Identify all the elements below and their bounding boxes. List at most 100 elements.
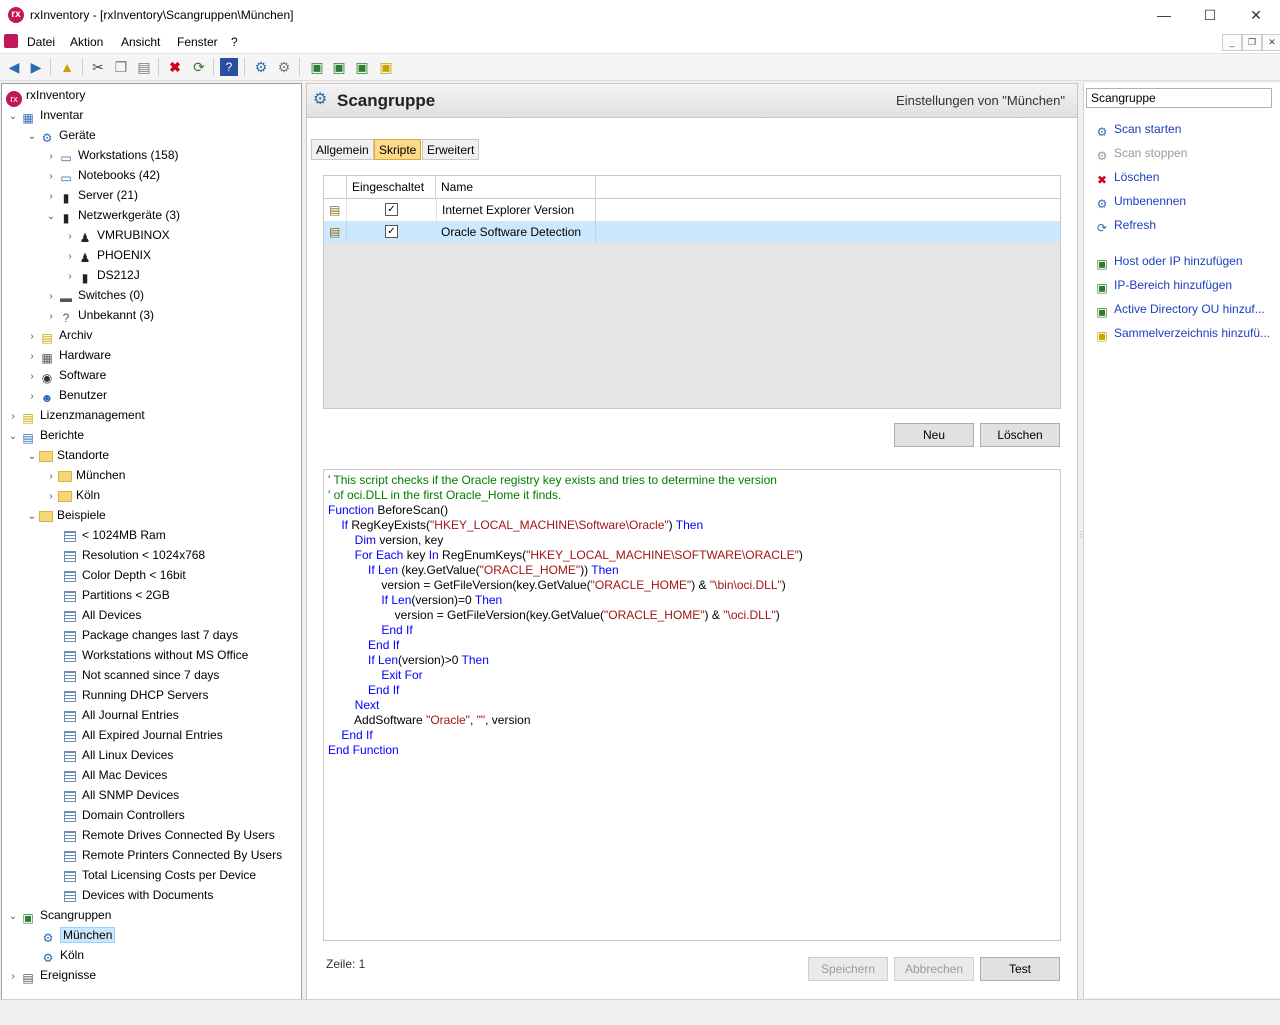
tree-item-workstations[interactable]: › ▭ Workstations (158): [44, 145, 178, 165]
chevron-down-icon[interactable]: ⌄: [6, 107, 20, 127]
add-host-icon[interactable]: ▣: [308, 58, 326, 76]
mdi-close-button[interactable]: ✕: [1262, 34, 1280, 51]
folder-up-icon[interactable]: ▲: [58, 58, 76, 76]
chevron-down-icon[interactable]: ⌄: [44, 207, 58, 227]
task-rename-link[interactable]: ⚙ Umbenennen: [1094, 191, 1186, 211]
tree-item-report[interactable]: Remote Printers Connected By Users: [62, 845, 282, 865]
chevron-right-icon[interactable]: ›: [44, 167, 58, 187]
chevron-right-icon[interactable]: ›: [44, 307, 58, 327]
tree-item-benutzer[interactable]: › ☻ Benutzer: [25, 385, 107, 405]
tab-erweitert[interactable]: Erweitert: [422, 139, 480, 160]
minimize-button[interactable]: —: [1141, 0, 1187, 31]
task-add-ad-ou-link[interactable]: ▣ Active Directory OU hinzuf...: [1094, 299, 1264, 319]
paste-icon[interactable]: ▤: [135, 58, 153, 76]
script-code-editor[interactable]: ' This script checks if the Oracle regis…: [323, 469, 1061, 941]
tree-item-report[interactable]: All SNMP Devices: [62, 785, 179, 805]
tree-item-report[interactable]: Total Licensing Costs per Device: [62, 865, 256, 885]
scan-start-icon[interactable]: ⚙: [252, 58, 270, 76]
close-button[interactable]: ✕: [1233, 0, 1279, 31]
chevron-right-icon[interactable]: ›: [63, 267, 77, 287]
delete-icon[interactable]: ✖: [166, 58, 184, 76]
chevron-right-icon[interactable]: ›: [63, 247, 77, 267]
tree-item-report[interactable]: Not scanned since 7 days: [62, 665, 219, 685]
tree-item-scangroup-koeln[interactable]: ⚙ Köln: [40, 945, 84, 965]
cut-icon[interactable]: ✂: [89, 58, 107, 76]
back-icon[interactable]: ◀: [5, 58, 23, 76]
tree-item-report[interactable]: < 1024MB Ram: [62, 525, 166, 545]
add-collection-folder-icon[interactable]: ▣: [377, 58, 395, 76]
tree-item-report[interactable]: Devices with Documents: [62, 885, 213, 905]
chevron-down-icon[interactable]: ⌄: [25, 447, 39, 467]
tree-item-notebooks[interactable]: › ▭ Notebooks (42): [44, 165, 160, 185]
menu-aktion[interactable]: Aktion: [70, 35, 103, 49]
maximize-button[interactable]: ☐: [1187, 0, 1233, 31]
tree-item-report[interactable]: All Expired Journal Entries: [62, 725, 223, 745]
tree-item-switches[interactable]: › ▬ Switches (0): [44, 285, 144, 305]
forward-icon[interactable]: ▶: [27, 58, 45, 76]
tree-item-muenchen[interactable]: › München: [44, 465, 125, 485]
chevron-right-icon[interactable]: ›: [6, 967, 20, 987]
tree-item-unbekannt[interactable]: ›? Unbekannt (3): [44, 305, 154, 325]
tree-item-root[interactable]: rx rxInventory: [6, 85, 85, 107]
table-row[interactable]: ▤ ✓ Internet Explorer Version: [324, 199, 1060, 222]
tree-item-report[interactable]: Resolution < 1024x768: [62, 545, 205, 565]
cancel-button[interactable]: Abbrechen: [894, 957, 974, 981]
column-header-eingeschaltet[interactable]: Eingeschaltet: [347, 176, 436, 198]
tree-item-geraete[interactable]: ⌄ ⚙ Geräte: [25, 125, 96, 145]
enabled-checkbox[interactable]: ✓: [385, 225, 398, 238]
table-row[interactable]: ▤ ✓ Oracle Software Detection: [324, 221, 1060, 244]
chevron-right-icon[interactable]: ›: [63, 227, 77, 247]
tree-item-scangruppen[interactable]: ⌄ ▣ Scangruppen: [6, 905, 112, 927]
tree-item-hardware[interactable]: › ▦ Hardware: [25, 345, 111, 365]
chevron-down-icon[interactable]: ⌄: [6, 907, 20, 927]
tab-skripte[interactable]: Skripte: [374, 139, 422, 160]
refresh-icon[interactable]: ⟳: [190, 58, 208, 76]
chevron-down-icon[interactable]: ⌄: [25, 127, 39, 147]
test-button[interactable]: Test: [980, 957, 1060, 981]
chevron-right-icon[interactable]: ›: [44, 487, 58, 507]
chevron-down-icon[interactable]: ⌄: [6, 427, 20, 447]
tree-item-lizenzmanagement[interactable]: › ▤ Lizenzmanagement: [6, 405, 144, 427]
copy-icon[interactable]: ❐: [112, 58, 130, 76]
add-ad-ou-icon[interactable]: ▣: [353, 58, 371, 76]
mdi-minimize-button[interactable]: _: [1222, 34, 1242, 51]
tree-item-report[interactable]: All Linux Devices: [62, 745, 173, 765]
save-button[interactable]: Speichern: [808, 957, 888, 981]
tree-item-koeln[interactable]: › Köln: [44, 485, 100, 505]
task-delete-link[interactable]: ✖ Löschen: [1094, 167, 1159, 187]
chevron-right-icon[interactable]: ›: [6, 407, 20, 427]
task-pane-context[interactable]: Scangruppe: [1086, 88, 1272, 108]
chevron-right-icon[interactable]: ›: [44, 187, 58, 207]
tree-item-phoenix[interactable]: › ♟ PHOENIX: [63, 245, 151, 265]
menu-help[interactable]: ?: [231, 35, 238, 49]
chevron-right-icon[interactable]: ›: [44, 287, 58, 307]
task-add-host-link[interactable]: ▣ Host oder IP hinzufügen: [1094, 251, 1242, 271]
chevron-right-icon[interactable]: ›: [25, 347, 39, 367]
help-icon[interactable]: ?: [220, 58, 238, 76]
tree-item-report[interactable]: All Devices: [62, 605, 141, 625]
column-header-name[interactable]: Name: [436, 176, 596, 198]
menu-ansicht[interactable]: Ansicht: [121, 35, 160, 49]
tree-item-ds212j[interactable]: › ▮ DS212J: [63, 265, 139, 287]
tree-item-vmrubinox[interactable]: › ♟ VMRUBINOX: [63, 225, 169, 247]
tree-item-report[interactable]: Running DHCP Servers: [62, 685, 209, 705]
tree-item-report[interactable]: All Mac Devices: [62, 765, 167, 785]
delete-script-button[interactable]: Löschen: [980, 423, 1060, 447]
task-add-ip-range-link[interactable]: ▣ IP-Bereich hinzufügen: [1094, 275, 1232, 295]
chevron-right-icon[interactable]: ›: [25, 387, 39, 407]
chevron-right-icon[interactable]: ›: [25, 327, 39, 347]
tree-item-inventar[interactable]: ⌄ ▦ Inventar: [6, 105, 84, 127]
new-script-button[interactable]: Neu: [894, 423, 974, 447]
chevron-down-icon[interactable]: ⌄: [25, 507, 39, 527]
chevron-right-icon[interactable]: ›: [44, 467, 58, 487]
tree-item-berichte[interactable]: ⌄ ▤ Berichte: [6, 425, 84, 445]
chevron-right-icon[interactable]: ›: [25, 367, 39, 387]
tree-item-beispiele[interactable]: ⌄ Beispiele: [25, 505, 106, 525]
tree-item-software[interactable]: › ◉ Software: [25, 365, 106, 385]
tree-item-report[interactable]: Domain Controllers: [62, 805, 185, 825]
menu-datei[interactable]: Datei: [27, 35, 55, 49]
tree-item-report[interactable]: Workstations without MS Office: [62, 645, 248, 665]
tree-item-ereignisse[interactable]: › ▤ Ereignisse: [6, 965, 96, 985]
tree-item-archiv[interactable]: › ▤ Archiv: [25, 325, 92, 345]
tree-item-report[interactable]: Remote Drives Connected By Users: [62, 825, 275, 845]
